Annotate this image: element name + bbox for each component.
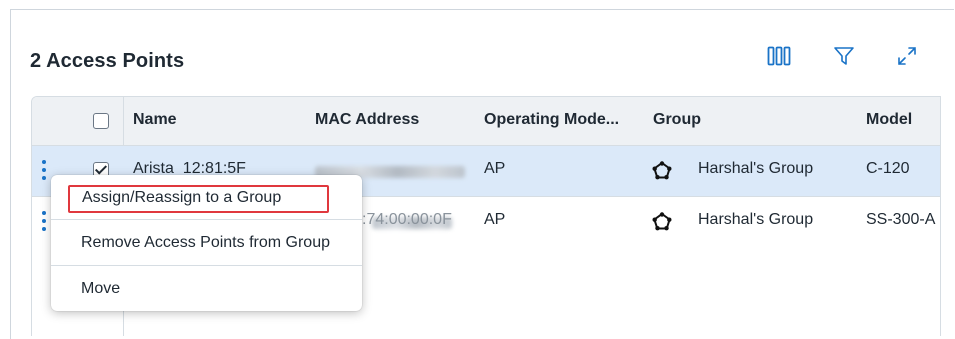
- highlight-annotation: [68, 185, 329, 213]
- group-icon: [652, 161, 672, 180]
- operating-mode: AP: [484, 211, 506, 228]
- table-header: Name MAC Address Operating Mode... Group…: [32, 97, 940, 146]
- select-all-checkbox[interactable]: [93, 113, 109, 129]
- menu-item-move[interactable]: Move: [51, 266, 362, 311]
- column-header-name[interactable]: Name: [133, 111, 177, 129]
- row-actions-kebab-icon[interactable]: [39, 211, 49, 233]
- operating-mode: AP: [484, 160, 506, 177]
- group-name: Harshal's Group: [698, 211, 814, 228]
- expand-icon[interactable]: [894, 44, 920, 68]
- mac-address-partial: :74:00:00:0F: [362, 211, 452, 228]
- menu-item-remove-from-group[interactable]: Remove Access Points from Group: [51, 220, 362, 265]
- group-name: Harshal's Group: [698, 160, 814, 177]
- row-actions-kebab-icon[interactable]: [39, 160, 49, 182]
- column-header-mac-address[interactable]: MAC Address: [315, 111, 419, 129]
- filter-icon[interactable]: [831, 44, 857, 68]
- columns-icon[interactable]: [766, 44, 792, 68]
- model: C-120: [866, 160, 910, 177]
- page-title: 2 Access Points: [30, 50, 185, 72]
- column-header-operating-mode[interactable]: Operating Mode...: [484, 111, 619, 129]
- model: SS-300-A: [866, 211, 936, 228]
- column-header-model[interactable]: Model: [866, 111, 912, 129]
- group-icon: [652, 212, 672, 231]
- column-header-group[interactable]: Group: [653, 111, 701, 129]
